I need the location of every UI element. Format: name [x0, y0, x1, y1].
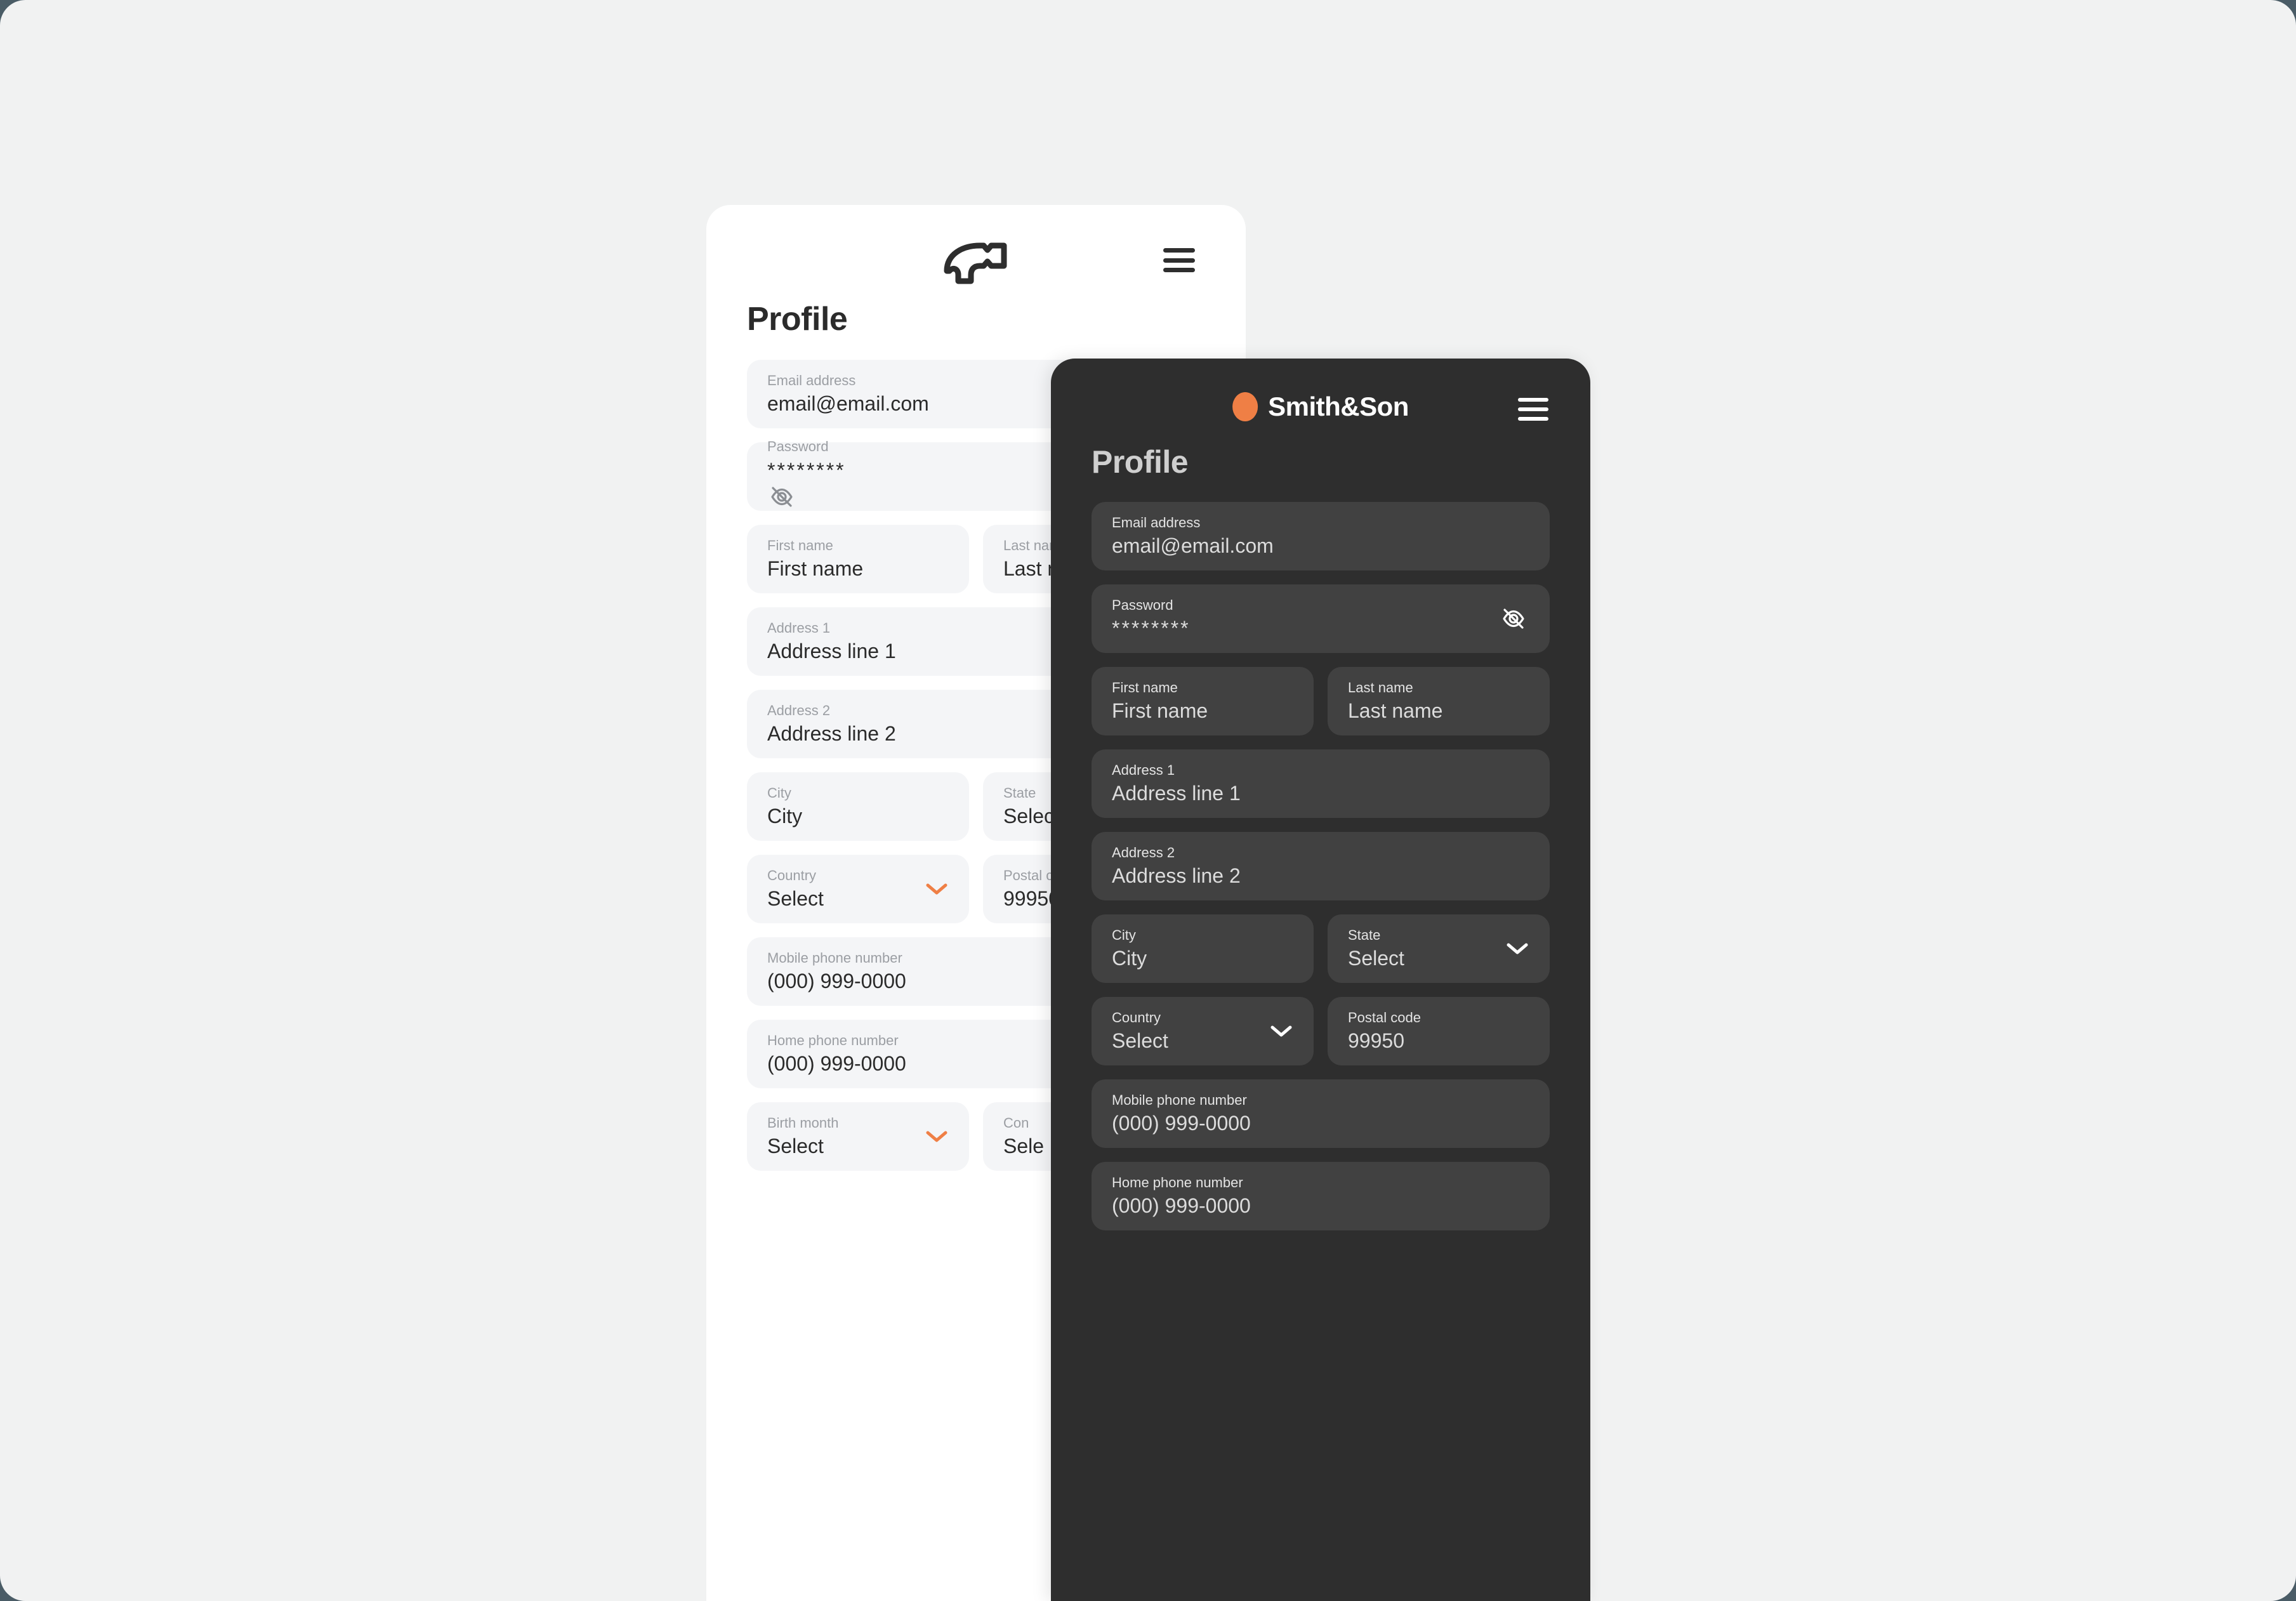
- light-field-value-country[interactable]: Select: [767, 887, 950, 911]
- dark-field-value-address-1[interactable]: Address line 1: [1112, 782, 1531, 805]
- burger-line: [1518, 398, 1548, 402]
- hamburger-menu-icon[interactable]: [1163, 248, 1195, 272]
- light-field-label-birth-month: Birth month: [767, 1114, 839, 1131]
- light-field-value-birth-month[interactable]: Select: [767, 1135, 950, 1158]
- dark-field-value-password[interactable]: ********: [1112, 617, 1531, 640]
- dark-field-value-email[interactable]: email@email.com: [1112, 534, 1531, 558]
- burger-line: [1163, 258, 1195, 263]
- light-field-country[interactable]: Country Select: [747, 855, 969, 923]
- brand-name: Smith&Son: [1268, 392, 1409, 421]
- dark-field-postal-code[interactable]: Postal code 99950: [1328, 997, 1550, 1065]
- dark-field-value-state[interactable]: Select: [1348, 947, 1531, 970]
- light-page-title: Profile: [747, 301, 848, 338]
- hammer-icon: [938, 238, 1014, 289]
- chevron-down-icon[interactable]: [926, 883, 947, 895]
- dark-field-label-home-phone: Home phone number: [1112, 1174, 1243, 1190]
- hamburger-menu-icon[interactable]: [1518, 398, 1548, 421]
- design-canvas: Profile Email address email@email.com Pass…: [0, 0, 2296, 1601]
- light-phone-topbar: [706, 205, 1246, 294]
- dark-profile-form: Email address email@email.com Password ****…: [1051, 502, 1590, 1230]
- dark-field-value-mobile-phone[interactable]: (000) 999-0000: [1112, 1112, 1531, 1135]
- light-field-city[interactable]: City City: [747, 772, 969, 841]
- dark-field-mobile-phone[interactable]: Mobile phone number (000) 999-0000: [1092, 1079, 1550, 1148]
- dark-field-label-postal-code: Postal code: [1348, 1009, 1421, 1025]
- burger-line: [1518, 407, 1548, 411]
- dark-field-value-first-name[interactable]: First name: [1112, 699, 1295, 723]
- dark-field-value-last-name[interactable]: Last name: [1348, 699, 1531, 723]
- dark-page-title: Profile: [1092, 444, 1189, 480]
- light-field-birth-month[interactable]: Birth month Select: [747, 1102, 969, 1171]
- dark-field-state[interactable]: State Select: [1328, 914, 1550, 983]
- dark-field-city[interactable]: City City: [1092, 914, 1314, 983]
- dark-field-label-mobile-phone: Mobile phone number: [1112, 1091, 1247, 1108]
- chevron-down-icon[interactable]: [1507, 942, 1528, 955]
- dark-field-value-city[interactable]: City: [1112, 947, 1295, 970]
- dark-phone-topbar: Smith&Son: [1051, 359, 1590, 442]
- dark-field-label-email: Email address: [1112, 514, 1201, 530]
- light-field-value-city[interactable]: City: [767, 805, 950, 828]
- dark-field-first-name[interactable]: First name First name: [1092, 667, 1314, 735]
- burger-line: [1163, 248, 1195, 253]
- dark-field-label-address-2: Address 2: [1112, 844, 1175, 860]
- dark-field-label-state: State: [1348, 926, 1381, 943]
- dark-field-value-country[interactable]: Select: [1112, 1029, 1295, 1053]
- light-field-label-country: Country: [767, 867, 817, 883]
- dark-phone-mockup: Smith&Son Profile Email address email@ema…: [1051, 359, 1590, 1601]
- light-field-first-name[interactable]: First name First name: [747, 525, 969, 593]
- dark-field-label-password: Password: [1112, 596, 1173, 613]
- dark-field-password[interactable]: Password ********: [1092, 584, 1550, 653]
- dark-field-last-name[interactable]: Last name Last name: [1328, 667, 1550, 735]
- dark-field-home-phone[interactable]: Home phone number (000) 999-0000: [1092, 1162, 1550, 1230]
- light-field-label-first-name: First name: [767, 537, 833, 553]
- burger-line: [1518, 417, 1548, 421]
- burger-line: [1163, 268, 1195, 272]
- dark-field-address-2[interactable]: Address 2 Address line 2: [1092, 832, 1550, 900]
- chevron-down-icon[interactable]: [926, 1130, 947, 1143]
- dark-field-country[interactable]: Country Select: [1092, 997, 1314, 1065]
- eye-off-icon[interactable]: [1499, 604, 1528, 633]
- dark-field-email[interactable]: Email address email@email.com: [1092, 502, 1550, 570]
- chevron-down-icon[interactable]: [1270, 1025, 1292, 1038]
- circle-logo-icon: [1232, 392, 1258, 421]
- dark-field-label-country: Country: [1112, 1009, 1161, 1025]
- page-root: Profile Email address email@email.com Pass…: [0, 0, 2296, 1601]
- dark-field-value-postal-code[interactable]: 99950: [1348, 1029, 1531, 1053]
- dark-field-label-address-1: Address 1: [1112, 761, 1175, 778]
- brand-lockup: Smith&Son: [1232, 392, 1409, 422]
- dark-field-label-city: City: [1112, 926, 1136, 943]
- dark-field-value-address-2[interactable]: Address line 2: [1112, 864, 1531, 888]
- dark-field-label-first-name: First name: [1112, 679, 1178, 695]
- light-field-value-first-name[interactable]: First name: [767, 557, 950, 581]
- dark-field-value-home-phone[interactable]: (000) 999-0000: [1112, 1194, 1531, 1218]
- light-field-label-city: City: [767, 784, 791, 801]
- dark-field-address-1[interactable]: Address 1 Address line 1: [1092, 749, 1550, 818]
- dark-field-label-last-name: Last name: [1348, 679, 1413, 695]
